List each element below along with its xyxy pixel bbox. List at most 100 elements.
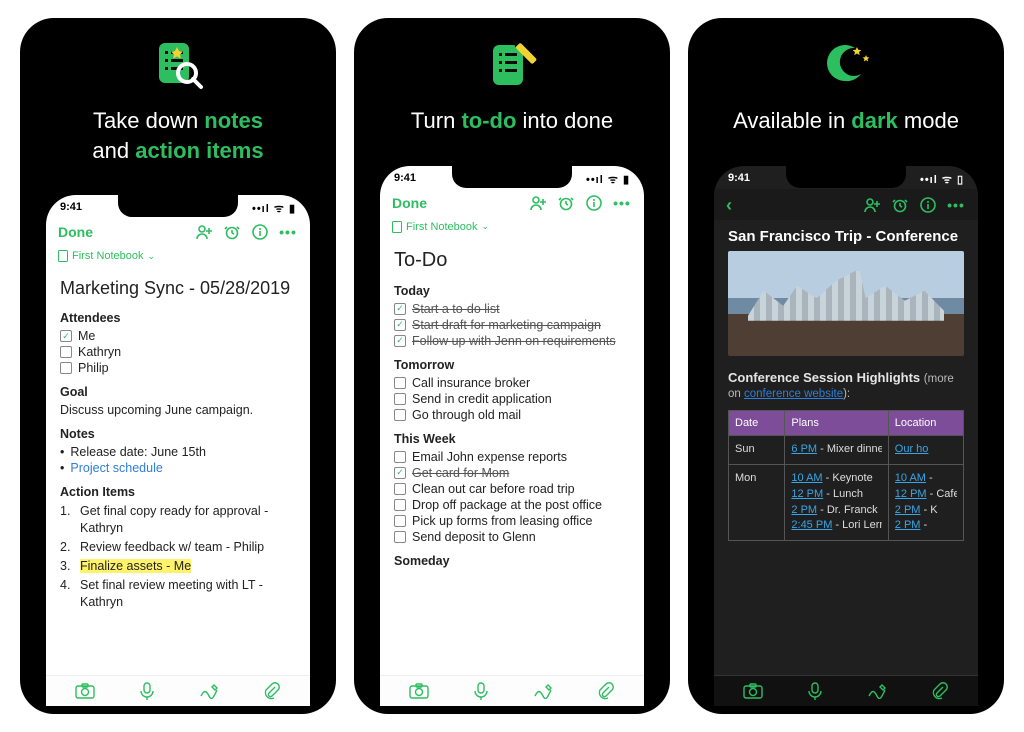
todo-section-heading: Tomorrow	[394, 358, 630, 372]
checkbox-row[interactable]: Call insurance broker	[394, 376, 630, 390]
time-link[interactable]: 2:45 PM	[791, 519, 832, 531]
checkbox-icon[interactable]	[394, 409, 406, 421]
share-person-icon[interactable]	[528, 193, 548, 213]
more-icon[interactable]: •••	[612, 193, 632, 213]
checkbox-icon[interactable]: ✓	[60, 330, 72, 342]
plan-text: - Keynote	[823, 472, 873, 484]
reminder-icon[interactable]	[890, 195, 910, 215]
col-date: Date	[729, 410, 785, 435]
hero-image	[728, 251, 964, 356]
time-link[interactable]: 10 AM	[791, 472, 822, 484]
share-person-icon[interactable]	[862, 195, 882, 215]
checkbox-icon[interactable]: ✓	[394, 467, 406, 479]
done-button[interactable]: Done	[58, 224, 93, 240]
table-row: Sun6 PM - Mixer dinnerOur ho	[729, 435, 964, 464]
time-link[interactable]: 6 PM	[791, 443, 817, 455]
camera-icon[interactable]	[742, 682, 764, 700]
phone-mock-2: 9:41 ••ıl ᯤ ▮ Done ••• First Notebook ⌄ …	[372, 158, 652, 714]
attendees-heading: Attendees	[60, 311, 296, 325]
checkbox-icon[interactable]	[394, 483, 406, 495]
checkbox-icon[interactable]: ✓	[394, 319, 406, 331]
checkbox-row[interactable]: Drop off package at the post office	[394, 498, 630, 512]
camera-icon[interactable]	[74, 682, 96, 700]
section-heading: Conference Session Highlights (more on c…	[714, 356, 978, 406]
checkbox-icon[interactable]: ✓	[394, 335, 406, 347]
attachment-icon[interactable]	[928, 682, 950, 700]
more-icon[interactable]: •••	[946, 195, 966, 215]
tagline-2: Turn to-do into done	[393, 106, 631, 136]
checkbox-label: Kathryn	[78, 345, 121, 359]
time-link[interactable]: 2 PM	[791, 504, 817, 516]
camera-icon[interactable]	[408, 682, 430, 700]
microphone-icon[interactable]	[136, 682, 158, 700]
microphone-icon[interactable]	[804, 682, 826, 700]
notebook-name: First Notebook	[406, 221, 478, 233]
notebook-icon	[58, 250, 68, 262]
checkbox-row[interactable]: Send deposit to Glenn	[394, 530, 630, 544]
info-icon[interactable]	[584, 193, 604, 213]
tagline-1: Take down notes and action items	[74, 106, 281, 165]
status-time: 9:41	[60, 201, 82, 216]
cell-date: Sun	[729, 435, 785, 464]
note-link[interactable]: Project schedule	[70, 461, 162, 475]
checkbox-row[interactable]: Philip	[60, 361, 296, 375]
checkbox-icon[interactable]: ✓	[394, 303, 406, 315]
back-button[interactable]: ‹	[726, 195, 732, 216]
checkbox-icon[interactable]	[394, 377, 406, 389]
checkbox-row[interactable]: Clean out car before road trip	[394, 482, 630, 496]
sketch-icon[interactable]	[198, 682, 220, 700]
time-link[interactable]: 12 PM	[895, 488, 927, 500]
checkbox-row[interactable]: ✓Get card for Mom	[394, 466, 630, 480]
conference-website-link[interactable]: conference website	[744, 388, 843, 400]
bullet-item: Release date: June 15th	[60, 445, 296, 459]
col-location: Location	[888, 410, 963, 435]
time-link[interactable]: 12 PM	[791, 488, 823, 500]
reminder-icon[interactable]	[556, 193, 576, 213]
notebook-icon	[392, 221, 402, 233]
checkbox-icon[interactable]	[394, 531, 406, 543]
checkbox-icon[interactable]	[60, 362, 72, 374]
checkbox-label: Philip	[78, 361, 109, 375]
checkbox-row[interactable]: ✓Start a to-do list	[394, 302, 630, 316]
reminder-icon[interactable]	[222, 222, 242, 242]
notebook-edit-icon	[484, 36, 540, 92]
info-icon[interactable]	[250, 222, 270, 242]
attachment-icon[interactable]	[594, 682, 616, 700]
goal-heading: Goal	[60, 385, 296, 399]
checkbox-label: Call insurance broker	[412, 376, 530, 390]
sketch-icon[interactable]	[532, 682, 554, 700]
note-body[interactable]: To-Do Today✓Start a to-do list✓Start dra…	[380, 237, 644, 578]
checkbox-row[interactable]: Pick up forms from leasing office	[394, 514, 630, 528]
location-link[interactable]: Our ho	[895, 443, 929, 455]
checkbox-icon[interactable]	[394, 393, 406, 405]
more-icon[interactable]: •••	[278, 222, 298, 242]
todo-section-heading: Someday	[394, 554, 630, 568]
microphone-icon[interactable]	[470, 682, 492, 700]
info-icon[interactable]	[918, 195, 938, 215]
checkbox-row[interactable]: Go through old mail	[394, 408, 630, 422]
checkbox-icon[interactable]	[394, 451, 406, 463]
checkbox-row[interactable]: Send in credit application	[394, 392, 630, 406]
checkbox-row[interactable]: ✓Me	[60, 329, 296, 343]
share-person-icon[interactable]	[194, 222, 214, 242]
checkbox-icon[interactable]	[394, 515, 406, 527]
checkbox-row[interactable]: Kathryn	[60, 345, 296, 359]
done-button[interactable]: Done	[392, 195, 427, 211]
time-link[interactable]: 2 PM	[895, 504, 921, 516]
checkbox-row[interactable]: ✓Start draft for marketing campaign	[394, 318, 630, 332]
notebook-name: First Notebook	[72, 250, 144, 262]
attachment-icon[interactable]	[260, 682, 282, 700]
checkbox-row[interactable]: Email John expense reports	[394, 450, 630, 464]
checkbox-row[interactable]: ✓Follow up with Jenn on requirements	[394, 334, 630, 348]
time-link[interactable]: 2 PM	[895, 519, 921, 531]
checkbox-icon[interactable]	[394, 499, 406, 511]
note-title: San Francisco Trip - Conference	[714, 220, 978, 251]
action-item-text: Review feedback w/ team - Philip	[80, 539, 264, 556]
time-link[interactable]: 10 AM	[895, 472, 926, 484]
notebook-breadcrumb[interactable]: First Notebook ⌄	[46, 246, 310, 266]
action-item: Review feedback w/ team - Philip	[60, 539, 296, 556]
notebook-breadcrumb[interactable]: First Notebook ⌄	[380, 217, 644, 237]
sketch-icon[interactable]	[866, 682, 888, 700]
note-body[interactable]: Marketing Sync - 05/28/2019 Attendees ✓M…	[46, 266, 310, 618]
checkbox-icon[interactable]	[60, 346, 72, 358]
